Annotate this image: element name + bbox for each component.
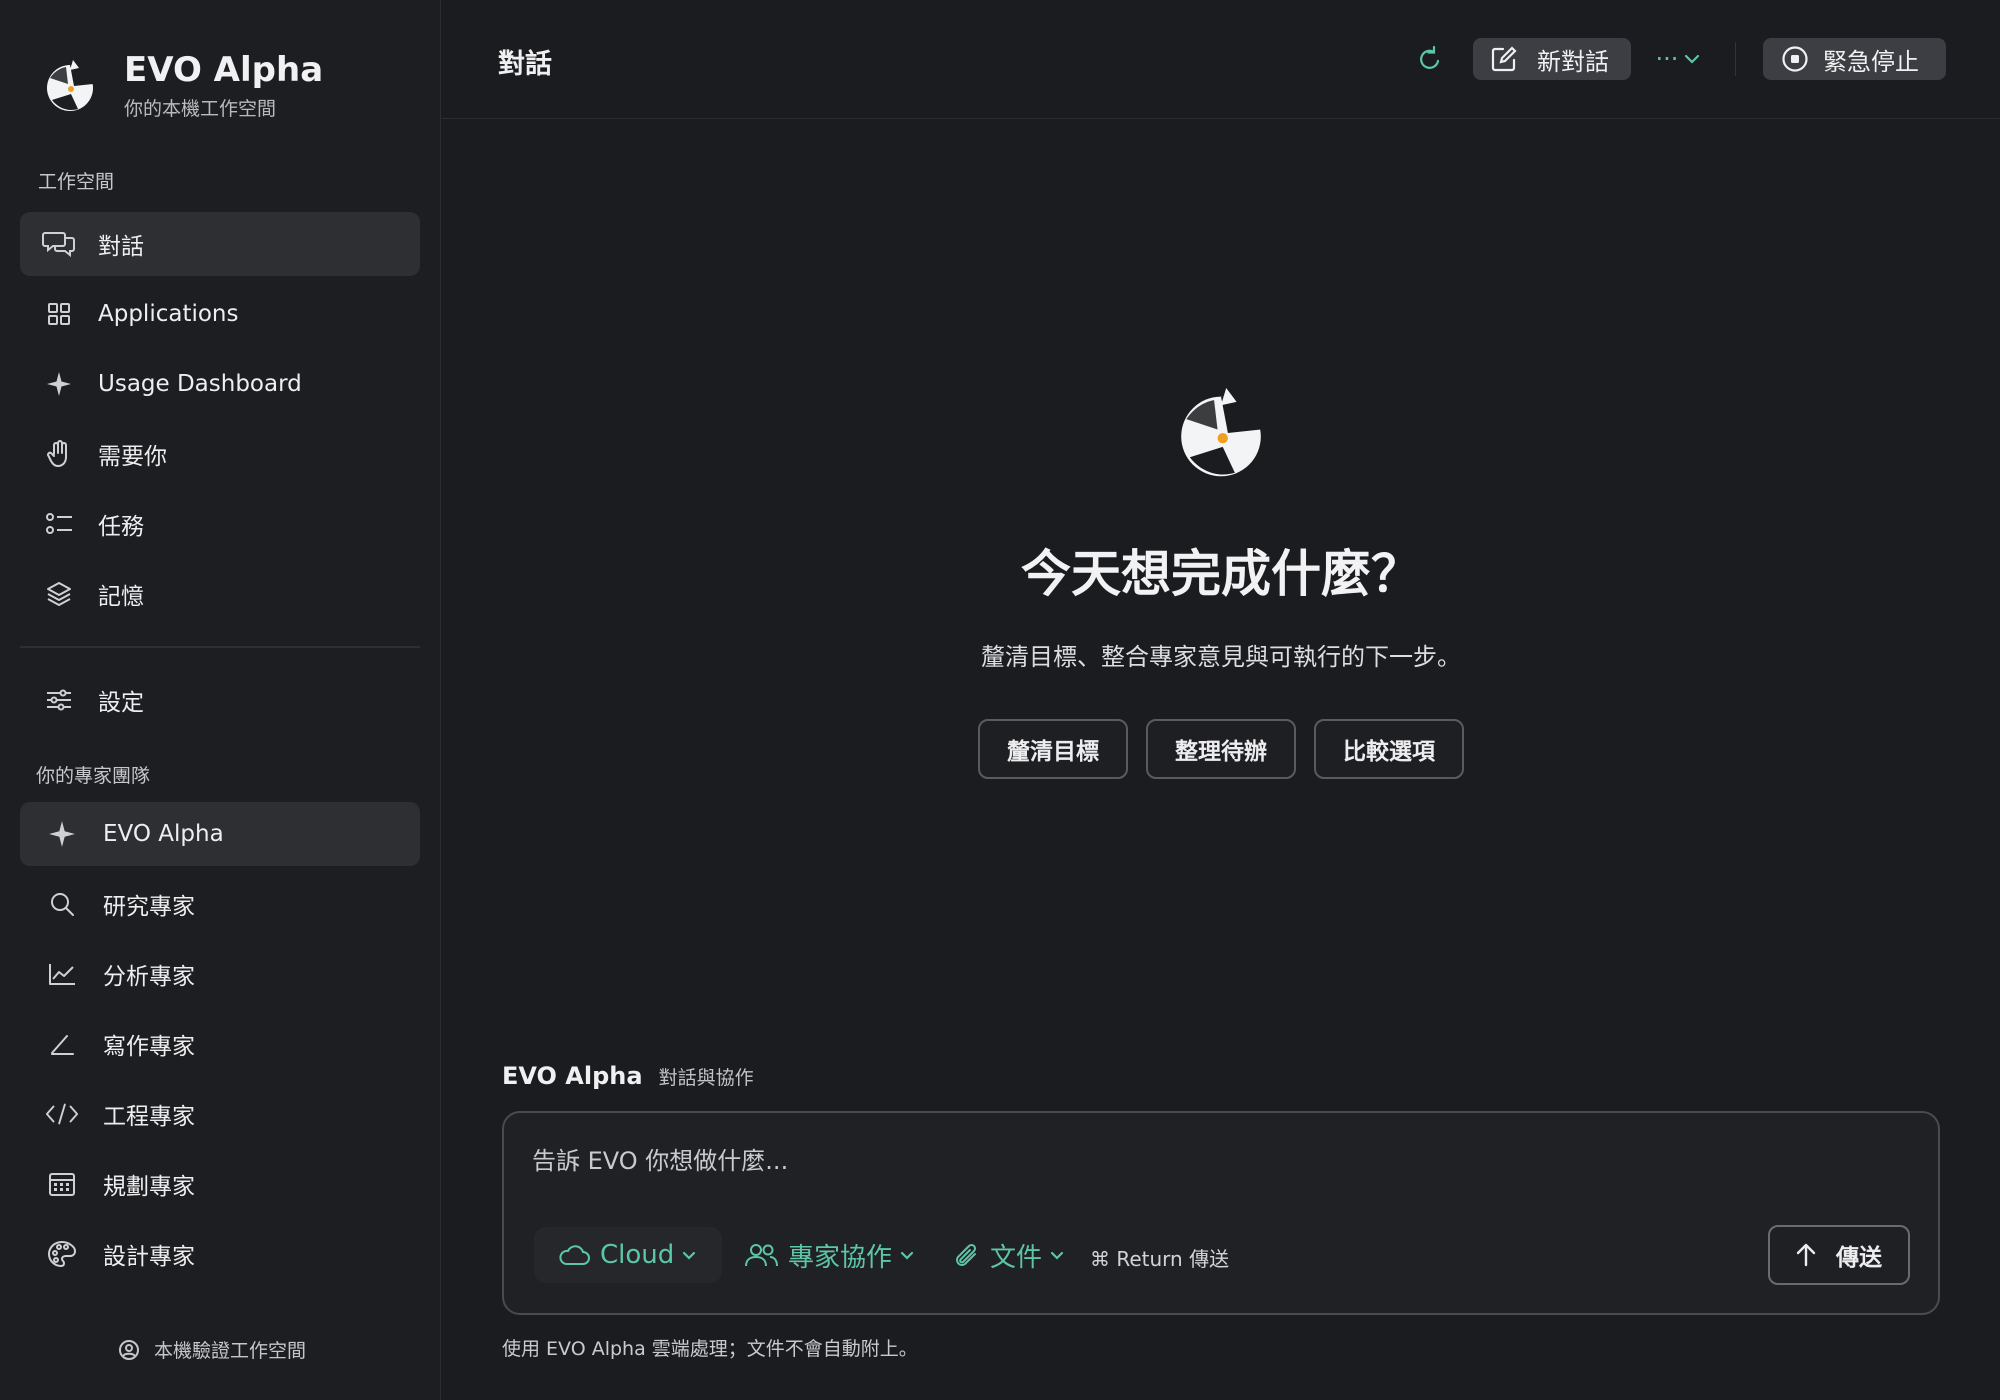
palette-icon <box>45 1237 79 1271</box>
chevron-down-icon <box>900 1251 914 1260</box>
new-chat-label: 新對話 <box>1537 47 1609 76</box>
expert-collaboration-label: 專家協作 <box>788 1242 893 1273</box>
model-selector-label: Cloud <box>600 1240 675 1270</box>
sidebar-item-usage-dashboard[interactable]: Usage Dashboard <box>20 352 420 416</box>
brand-name: EVO Alpha <box>124 50 324 90</box>
arrow-up-icon <box>1796 1243 1816 1267</box>
send-button[interactable]: 傳送 <box>1768 1225 1910 1285</box>
message-input[interactable] <box>532 1139 1912 1183</box>
team-section-label: 你的專家團隊 <box>36 765 151 787</box>
expert-collaboration-selector[interactable]: 專家協作 <box>744 1227 914 1283</box>
model-selector[interactable]: Cloud <box>534 1227 722 1283</box>
calendar-icon <box>45 1167 79 1201</box>
composer-agent-name: EVO Alpha <box>502 1062 643 1090</box>
suggestion-chip[interactable]: 比較選項 <box>1314 719 1464 779</box>
cloud-icon <box>559 1245 590 1265</box>
emergency-stop-button[interactable]: 緊急停止 <box>1763 38 1946 80</box>
sidebar-item-label: 對話 <box>98 234 144 260</box>
sidebar-item-applications[interactable]: Applications <box>20 282 420 346</box>
sidebar-item-memory[interactable]: 記憶 <box>20 562 420 626</box>
sidebar-item-settings[interactable]: 設定 <box>20 668 420 732</box>
composer-note: 使用 EVO Alpha 雲端處理；文件不會自動附上。 <box>502 1338 918 1360</box>
team-item-label: 設計專家 <box>103 1244 195 1270</box>
code-icon <box>45 1097 79 1131</box>
sidebar-item-label: 記憶 <box>98 584 144 610</box>
line-chart-icon <box>45 957 79 991</box>
evo-logo-icon <box>47 59 93 111</box>
team-item-label: 工程專家 <box>103 1104 195 1130</box>
composer-header: EVO Alpha 對話與協作 <box>502 1062 754 1090</box>
sidebar-item-tasks[interactable]: 任務 <box>20 492 420 556</box>
team-item-analysis[interactable]: 分析專家 <box>20 942 420 1006</box>
local-workspace-indicator[interactable]: 本機驗證工作空間 <box>118 1336 306 1363</box>
chevron-down-icon <box>683 1251 696 1260</box>
paperclip-icon <box>956 1243 977 1266</box>
top-header: 對話 新對話 ··· 緊急停止 <box>442 0 2000 119</box>
new-chat-button[interactable]: 新對話 <box>1473 38 1631 80</box>
sparkle-icon <box>42 367 76 401</box>
team-item-label: 分析專家 <box>103 964 195 990</box>
page-title: 對話 <box>498 49 552 80</box>
sidebar: EVO Alpha 你的本機工作空間 工作空間 對話 Applications … <box>0 0 441 1400</box>
grid-icon <box>42 297 76 331</box>
workspace-section-label: 工作空間 <box>38 171 115 193</box>
team-item-label: 研究專家 <box>103 894 195 920</box>
brand[interactable]: EVO Alpha 你的本機工作空間 <box>44 50 323 121</box>
send-label: 傳送 <box>1836 1245 1882 1271</box>
suggestion-chip[interactable]: 釐清目標 <box>978 719 1128 779</box>
chat-bubbles-icon <box>42 227 76 261</box>
pen-icon <box>45 1027 79 1061</box>
sidebar-item-label: Applications <box>98 301 239 327</box>
message-composer: Cloud 專家協作 文件 ⌘ Return 傳送 傳送 <box>502 1111 1940 1315</box>
team-item-label: EVO Alpha <box>103 821 224 847</box>
checklist-icon <box>42 507 76 541</box>
team-item-label: 規劃專家 <box>103 1174 195 1200</box>
sidebar-item-label: 任務 <box>98 514 144 540</box>
attach-document-selector[interactable]: 文件 <box>954 1227 1064 1283</box>
sidebar-item-needs-you[interactable]: 需要你 <box>20 422 420 486</box>
chevron-down-icon <box>1685 54 1700 64</box>
user-circle-icon <box>119 1339 139 1360</box>
sidebar-divider <box>20 646 420 648</box>
sidebar-item-chat[interactable]: 對話 <box>20 212 420 276</box>
suggestion-chip[interactable]: 整理待辦 <box>1146 719 1296 779</box>
refresh-icon <box>1420 45 1440 69</box>
hand-icon <box>42 437 76 471</box>
refresh-button[interactable] <box>1410 38 1450 80</box>
users-icon <box>745 1244 778 1267</box>
send-shortcut-hint: ⌘ Return 傳送 <box>1090 1247 1230 1271</box>
sidebar-item-label: 需要你 <box>98 444 167 470</box>
attach-document-label: 文件 <box>990 1242 1043 1273</box>
sidebar-item-label: 設定 <box>98 690 144 716</box>
layers-icon <box>42 577 76 611</box>
search-icon <box>45 887 79 921</box>
hero-title: 今天想完成什麼？ <box>1021 545 1421 603</box>
team-item-planning[interactable]: 規劃專家 <box>20 1152 420 1216</box>
evo-hero-logo-icon <box>1181 388 1261 477</box>
team-item-evo-alpha[interactable]: EVO Alpha <box>20 802 420 866</box>
chevron-down-icon <box>1050 1251 1064 1260</box>
team-item-research[interactable]: 研究專家 <box>20 872 420 936</box>
team-item-engineering[interactable]: 工程專家 <box>20 1082 420 1146</box>
sparkle-icon <box>45 817 79 851</box>
brand-subtitle: 你的本機工作空間 <box>124 98 277 120</box>
sidebar-item-label: Usage Dashboard <box>98 371 302 397</box>
composer-agent-tag: 對話與協作 <box>658 1067 754 1089</box>
more-menu-button[interactable]: ··· <box>1650 38 1706 80</box>
emergency-stop-label: 緊急停止 <box>1823 47 1919 76</box>
stop-circle-icon <box>1782 46 1808 72</box>
local-workspace-label: 本機驗證工作空間 <box>154 1340 307 1362</box>
hero-subtitle: 釐清目標、整合專家意見與可執行的下一步。 <box>981 643 1461 671</box>
team-item-design[interactable]: 設計專家 <box>20 1222 420 1286</box>
sliders-icon <box>42 683 76 717</box>
more-label: ··· <box>1655 45 1679 73</box>
compose-icon <box>1491 46 1517 72</box>
header-divider <box>1735 42 1736 76</box>
team-item-label: 寫作專家 <box>103 1034 195 1060</box>
team-item-writing[interactable]: 寫作專家 <box>20 1012 420 1076</box>
